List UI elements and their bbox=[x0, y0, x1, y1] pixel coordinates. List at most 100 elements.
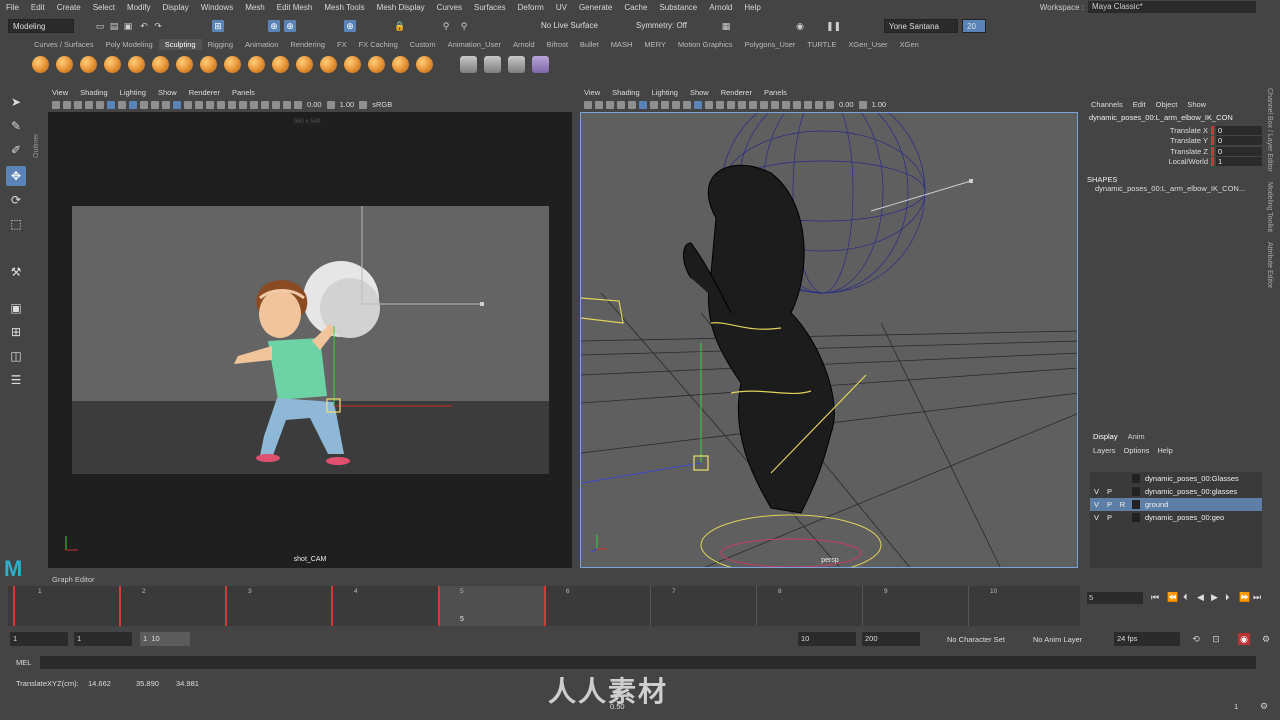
vp2-smooth-shade-icon[interactable] bbox=[705, 100, 713, 109]
shelf-tab-mery[interactable]: MERY bbox=[638, 39, 672, 50]
vp1-menu-shading[interactable]: Shading bbox=[74, 87, 114, 98]
vp1-grid-icon[interactable] bbox=[107, 100, 115, 109]
redo-icon[interactable]: ↷ bbox=[152, 20, 164, 32]
repeat-brush-icon[interactable] bbox=[224, 56, 241, 73]
shelf-tab-poly-modeling[interactable]: Poly Modeling bbox=[100, 39, 159, 50]
vp1-bookmark-icon[interactable] bbox=[63, 100, 71, 109]
shelf-tab-custom[interactable]: Custom bbox=[404, 39, 442, 50]
current-time-field[interactable]: 5 bbox=[1087, 592, 1143, 604]
channel-row-translate-x[interactable]: Translate X 0 bbox=[1087, 125, 1264, 136]
vp2-default-material-icon[interactable] bbox=[716, 100, 724, 109]
vp2-menu-shading[interactable]: Shading bbox=[606, 87, 646, 98]
vp1-default-material-icon[interactable] bbox=[184, 100, 192, 109]
vp1-xray-icon[interactable] bbox=[272, 100, 280, 109]
vp2-aa-icon[interactable] bbox=[771, 100, 779, 109]
menu-select[interactable]: Select bbox=[87, 3, 121, 12]
anim-layer-dropdown[interactable]: No Anim Layer bbox=[1033, 635, 1082, 644]
vp2-textured-icon[interactable] bbox=[727, 100, 735, 109]
vp2-cam-icon[interactable] bbox=[584, 100, 592, 109]
settings-gear-icon[interactable]: ⚙ bbox=[1258, 700, 1270, 712]
channel-row-translate-y[interactable]: Translate Y 0 bbox=[1087, 136, 1264, 147]
channel-object-menu[interactable]: Object bbox=[1156, 100, 1178, 109]
rotate-tool-icon[interactable]: ⟳ bbox=[6, 190, 26, 210]
side-tab-modeling-toolkit[interactable]: Modeling Toolkit bbox=[1266, 182, 1273, 232]
animation-end-field[interactable]: 200 bbox=[862, 632, 920, 646]
live-surface-label[interactable]: No Live Surface bbox=[541, 21, 598, 30]
vp1-exposure-value[interactable]: 0.00 bbox=[305, 100, 324, 109]
vp2-ao-icon[interactable] bbox=[760, 100, 768, 109]
layer-color-swatch[interactable] bbox=[1132, 474, 1140, 483]
pause-icon[interactable]: ❚❚ bbox=[826, 20, 841, 32]
vp2-image-plane-icon[interactable] bbox=[606, 100, 614, 109]
mel-input[interactable] bbox=[40, 656, 1256, 669]
shelf-tab-xgen[interactable]: XGen bbox=[894, 39, 925, 50]
snap-grid-icon[interactable]: ⊕ bbox=[268, 20, 280, 32]
vp2-gamma-value[interactable]: 1.00 bbox=[870, 100, 889, 109]
vp1-image-plane-icon[interactable] bbox=[74, 100, 82, 109]
vp1-gate-mask-icon[interactable] bbox=[140, 100, 148, 109]
four-view-icon[interactable]: ⊞ bbox=[6, 322, 26, 342]
vp1-xray-joints-icon[interactable] bbox=[283, 100, 291, 109]
bulge-brush-icon[interactable] bbox=[392, 56, 409, 73]
viewport-shot-cam[interactable]: 960 x 540 shot_CAM bbox=[48, 112, 572, 568]
vp2-exposure-value[interactable]: 0.00 bbox=[837, 100, 856, 109]
layer-row[interactable]: V P Rground bbox=[1090, 498, 1262, 511]
vp1-smooth-shade-icon[interactable] bbox=[173, 100, 181, 109]
vp2-shadows-icon[interactable] bbox=[749, 100, 757, 109]
snap-point-icon[interactable]: ⊕ bbox=[344, 20, 356, 32]
layer-playback[interactable]: P bbox=[1103, 487, 1116, 496]
auto-keyframe-icon[interactable]: ◉ bbox=[1238, 633, 1250, 645]
knife-brush-icon[interactable] bbox=[344, 56, 361, 73]
paint-select-tool-icon[interactable]: ✐ bbox=[6, 140, 26, 160]
vp1-gamma-icon[interactable] bbox=[326, 100, 335, 109]
unfreeze-icon[interactable] bbox=[508, 56, 525, 73]
layers-menu[interactable]: Layers bbox=[1093, 446, 1116, 455]
shelf-tab-arnold[interactable]: Arnold bbox=[507, 39, 541, 50]
mask-icon[interactable] bbox=[532, 56, 549, 73]
shelf-tab-rendering[interactable]: Rendering bbox=[284, 39, 331, 50]
vp2-grease-icon[interactable] bbox=[628, 100, 636, 109]
vp2-isolate-icon[interactable] bbox=[793, 100, 801, 109]
vp2-exposure-icon[interactable] bbox=[826, 100, 834, 109]
graph-editor-label[interactable]: Graph Editor bbox=[52, 575, 95, 584]
shelf-tab-bullet[interactable]: Bullet bbox=[574, 39, 605, 50]
vp1-resolution-gate-icon[interactable] bbox=[129, 100, 137, 109]
go-to-start-icon[interactable]: ⏮ bbox=[1151, 592, 1159, 603]
menu-edit-mesh[interactable]: Edit Mesh bbox=[271, 3, 319, 12]
layer-row[interactable]: dynamic_poses_00:Glasses bbox=[1090, 472, 1262, 485]
vp1-menu-view[interactable]: View bbox=[46, 87, 74, 98]
layer-color-swatch[interactable] bbox=[1132, 487, 1140, 496]
menu-windows[interactable]: Windows bbox=[195, 3, 239, 12]
channel-row-local-world[interactable]: Local/World 1 bbox=[1087, 157, 1264, 168]
help-menu[interactable]: Help bbox=[1157, 446, 1172, 455]
vp2-resolution-gate-icon[interactable] bbox=[661, 100, 669, 109]
vp2-field-chart-icon[interactable] bbox=[683, 100, 691, 109]
wax-brush-icon[interactable] bbox=[272, 56, 289, 73]
layer-color-swatch[interactable] bbox=[1132, 500, 1140, 509]
shelf-tab-sculpting[interactable]: Sculpting bbox=[158, 39, 202, 50]
play-forward-icon[interactable]: ▶ bbox=[1211, 592, 1218, 603]
vp1-isolate-icon[interactable] bbox=[261, 100, 269, 109]
menu-surfaces[interactable]: Surfaces bbox=[468, 3, 512, 12]
menu-mesh-tools[interactable]: Mesh Tools bbox=[318, 3, 370, 12]
vp1-menu-show[interactable]: Show bbox=[152, 87, 183, 98]
vp1-2d-pan-icon[interactable] bbox=[85, 100, 93, 109]
shelf-tab-mash[interactable]: MASH bbox=[605, 39, 639, 50]
vp2-film-gate-icon[interactable] bbox=[650, 100, 658, 109]
layer-playback[interactable]: P bbox=[1103, 500, 1116, 509]
vp1-dof-icon[interactable] bbox=[250, 100, 258, 109]
auto-key-icon[interactable]: ⊡ bbox=[1210, 633, 1222, 645]
vp2-lights-icon[interactable] bbox=[738, 100, 746, 109]
channel-value[interactable]: 0 bbox=[1216, 136, 1262, 146]
foamy-brush-icon[interactable] bbox=[176, 56, 193, 73]
preferences-icon[interactable]: ⚙ bbox=[1260, 633, 1272, 645]
last-tool-icon[interactable]: ⚒ bbox=[6, 262, 26, 282]
pinch-brush-icon[interactable] bbox=[128, 56, 145, 73]
menu-uv[interactable]: UV bbox=[550, 3, 573, 12]
vp1-gamma-value[interactable]: 1.00 bbox=[338, 100, 357, 109]
shelf-tab-motion-graphics[interactable]: Motion Graphics bbox=[672, 39, 739, 50]
vp2-gamma-icon[interactable] bbox=[858, 100, 867, 109]
channel-show-menu[interactable]: Show bbox=[1187, 100, 1206, 109]
vp2-2d-pan-icon[interactable] bbox=[617, 100, 625, 109]
open-scene-icon[interactable]: ▤ bbox=[108, 20, 120, 32]
